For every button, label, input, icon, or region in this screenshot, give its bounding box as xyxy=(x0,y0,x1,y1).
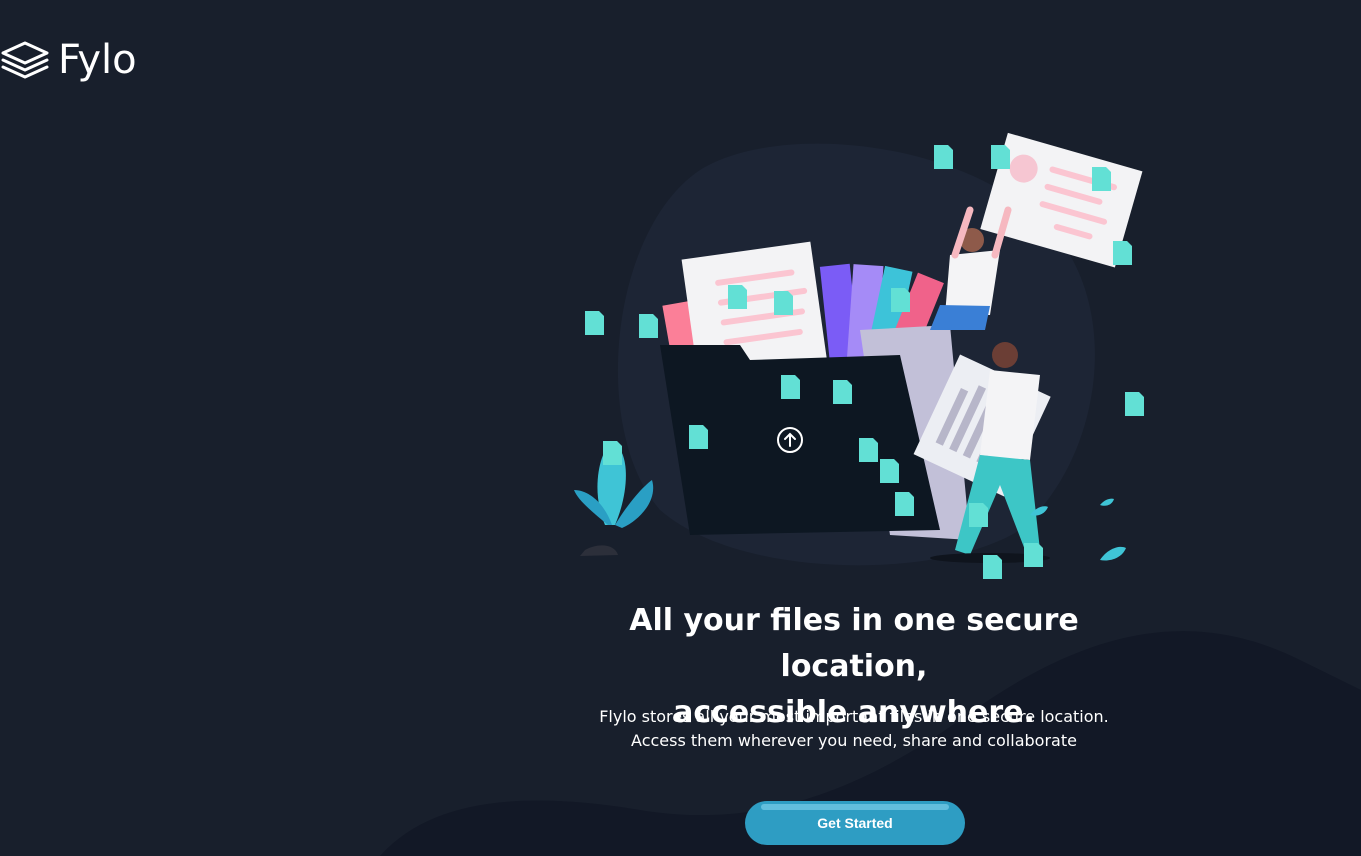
hero-description: Flylo stores all your most important fil… xyxy=(580,705,1128,753)
stacked-layers-icon xyxy=(1,41,49,79)
headline-line-1: All your files in one secure location, xyxy=(629,603,1079,684)
landing-page: Fylo All your files in one secure locati… xyxy=(0,0,1361,856)
description-line-1: Flylo stores all your most important fil… xyxy=(599,707,1109,726)
site-header: Fylo xyxy=(0,36,137,84)
description-line-2: Access them wherever you need, share and… xyxy=(631,731,1077,750)
brand-name: Fylo xyxy=(58,37,137,83)
get-started-label: Get Started xyxy=(817,815,893,831)
hero-illustration xyxy=(560,130,1160,590)
brand-logo[interactable]: Fylo xyxy=(0,39,137,81)
get-started-button[interactable]: Get Started xyxy=(745,801,965,845)
